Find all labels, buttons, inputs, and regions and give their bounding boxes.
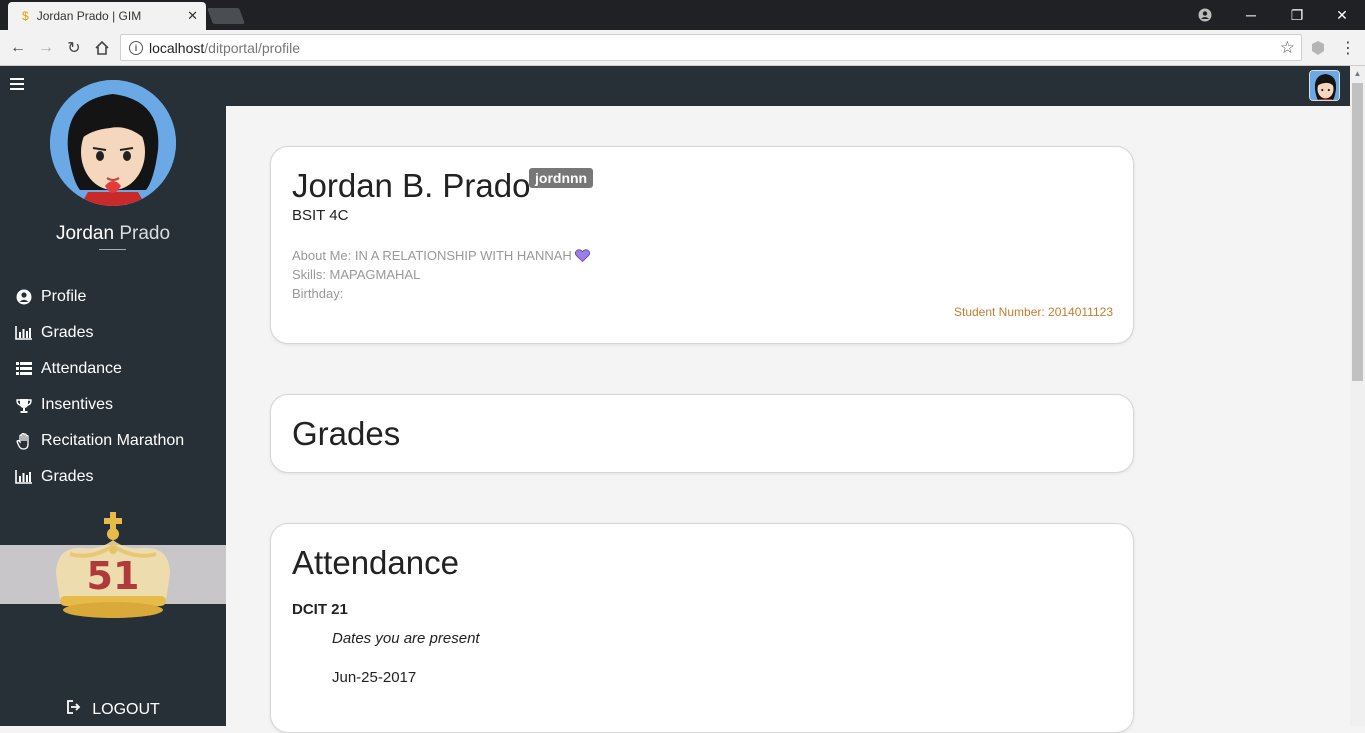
logout-label: LOGOUT bbox=[92, 700, 160, 718]
new-tab-button[interactable] bbox=[207, 8, 245, 24]
trophy-icon bbox=[14, 398, 34, 413]
sidebar: Jordan Prado Profile Grades Attendance I… bbox=[0, 66, 226, 726]
browser-menu-icon[interactable]: ⋮ bbox=[1336, 36, 1360, 60]
profile-card: Jordan B. Prado jordnnn BSIT 4C About Me… bbox=[270, 146, 1134, 344]
hamburger-menu-icon[interactable] bbox=[10, 78, 24, 93]
browser-titlebar: $ Jordan Prado | GIM ✕ ─ ❐ ✕ bbox=[0, 0, 1365, 30]
minimize-button[interactable]: ─ bbox=[1228, 0, 1274, 30]
sidebar-item-label: Recitation Marathon bbox=[41, 432, 185, 449]
user-name: Jordan Prado bbox=[0, 223, 226, 245]
user-avatar-button[interactable] bbox=[1309, 70, 1340, 101]
url-host: localhost bbox=[149, 39, 205, 56]
top-navbar bbox=[226, 66, 1350, 106]
sidebar-item-label: Attendance bbox=[41, 360, 122, 377]
bookmark-star-icon[interactable]: ☆ bbox=[1280, 38, 1295, 58]
username-badge: jordnnn bbox=[529, 168, 594, 188]
logout-icon bbox=[66, 700, 82, 719]
hand-icon bbox=[14, 432, 34, 450]
scroll-up-icon[interactable]: ▲ bbox=[1350, 66, 1365, 82]
tab-title: Jordan Prado | GIM bbox=[36, 9, 142, 23]
purple-heart-icon bbox=[575, 249, 591, 263]
sidebar-item-label: Insentives bbox=[41, 396, 114, 413]
student-number: Student Number: 2014011123 bbox=[953, 305, 1113, 319]
user-circle-icon bbox=[14, 289, 34, 305]
dates-present-label: Dates you are present bbox=[332, 630, 480, 647]
sidebar-item-label: Grades bbox=[41, 468, 94, 485]
scrollbar-thumb[interactable] bbox=[1352, 83, 1363, 381]
rank-number: 51 bbox=[86, 554, 140, 598]
attendance-card: Attendance DCIT 21 Dates you are present… bbox=[270, 523, 1134, 733]
bar-chart-icon bbox=[14, 326, 34, 340]
close-window-button[interactable]: ✕ bbox=[1319, 0, 1365, 30]
user-last-name: Prado bbox=[114, 223, 171, 244]
sidebar-item-profile[interactable]: Profile bbox=[0, 279, 226, 315]
url-path: /ditportal/profile bbox=[204, 39, 300, 56]
profile-full-name: Jordan B. Prado bbox=[292, 167, 531, 204]
sidebar-item-label: Grades bbox=[41, 324, 94, 341]
home-button[interactable] bbox=[90, 36, 114, 60]
restore-button[interactable]: ❐ bbox=[1274, 0, 1320, 30]
avatar bbox=[50, 80, 176, 206]
browser-toolbar: ← → ↻ i localhost/ditportal/profile ☆ ⋮ bbox=[0, 30, 1365, 66]
reload-button[interactable]: ↻ bbox=[62, 36, 86, 60]
tab-close-icon[interactable]: ✕ bbox=[187, 8, 198, 24]
profile-course: BSIT 4C bbox=[292, 207, 349, 224]
bar-chart-icon bbox=[14, 470, 34, 484]
attendance-subject: DCIT 21 bbox=[292, 601, 348, 618]
name-divider bbox=[99, 249, 126, 250]
attendance-date: Jun-25-2017 bbox=[332, 669, 417, 686]
sidebar-item-recitation-marathon[interactable]: Recitation Marathon bbox=[0, 423, 226, 459]
profile-birthday: Birthday: bbox=[292, 286, 344, 301]
profile-about: About Me: IN A RELATIONSHIP WITH HANNAH bbox=[292, 248, 591, 263]
sidebar-item-label: Profile bbox=[41, 288, 87, 305]
sidebar-item-grades-2[interactable]: Grades bbox=[0, 459, 226, 495]
list-icon bbox=[14, 362, 34, 376]
logout-button[interactable]: LOGOUT bbox=[0, 700, 226, 719]
profile-account-icon[interactable] bbox=[1182, 0, 1228, 30]
grades-card: Grades bbox=[270, 394, 1134, 473]
browser-tab[interactable]: $ Jordan Prado | GIM ✕ bbox=[8, 2, 206, 30]
sidebar-item-insentives[interactable]: Insentives bbox=[0, 387, 226, 423]
user-first-name: Jordan bbox=[55, 223, 115, 244]
grades-heading: Grades bbox=[292, 415, 401, 452]
site-info-icon[interactable]: i bbox=[129, 40, 143, 55]
sidebar-nav: Profile Grades Attendance Insentives Rec… bbox=[0, 279, 226, 495]
address-bar[interactable]: i localhost/ditportal/profile ☆ bbox=[120, 34, 1302, 61]
main-content: Jordan B. Prado jordnnn BSIT 4C About Me… bbox=[226, 106, 1350, 733]
back-button[interactable]: ← bbox=[6, 36, 30, 60]
profile-skills: Skills: MAPAGMAHAL bbox=[292, 267, 421, 282]
forward-button[interactable]: → bbox=[34, 36, 58, 60]
extension-icon[interactable] bbox=[1306, 36, 1330, 60]
page-scrollbar[interactable]: ▲ bbox=[1350, 66, 1365, 726]
favicon-icon: $ bbox=[22, 9, 29, 23]
sidebar-item-grades[interactable]: Grades bbox=[0, 315, 226, 351]
sidebar-item-attendance[interactable]: Attendance bbox=[0, 351, 226, 387]
attendance-heading: Attendance bbox=[292, 544, 459, 581]
profile-about-text: About Me: IN A RELATIONSHIP WITH HANNAH bbox=[292, 248, 572, 263]
